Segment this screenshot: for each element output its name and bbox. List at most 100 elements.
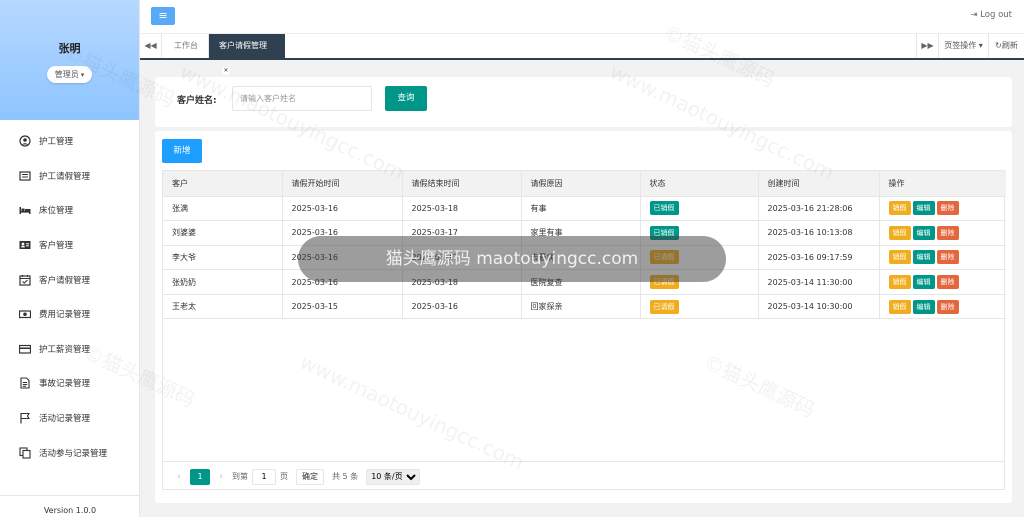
edit-button[interactable]: 编辑 (912, 250, 935, 265)
sidebar-item-salary[interactable]: 护工薪资管理 (0, 332, 139, 367)
credit-card-icon (18, 343, 32, 355)
column-header-start-time[interactable]: 请假开始时间 (282, 171, 403, 197)
goto-label: 到第 (232, 472, 248, 481)
sidebar-item-label: 费用记录管理 (39, 310, 91, 321)
cell-reason: 回家探亲 (521, 294, 641, 320)
cell-actions: 销假 编辑 删除 (879, 196, 1006, 222)
sidebar-item-caregiver[interactable]: 护工管理 (0, 124, 139, 159)
role-label: 管理员 (54, 70, 79, 79)
logout-icon: ⇥ (970, 10, 978, 20)
edit-button[interactable]: 编辑 (912, 299, 935, 314)
edit-button[interactable]: 编辑 (912, 201, 935, 216)
customer-name-input[interactable] (232, 86, 372, 111)
table-row: 刘婆婆 2025-03-16 2025-03-17 家里有事 已销假 2025-03-16… (163, 220, 1006, 246)
sidebar-item-label: 客户请假管理 (39, 275, 91, 286)
sidebar-item-caregiver-leave[interactable]: 护工请假管理 (0, 159, 139, 194)
status-badge: 已销假 (649, 201, 679, 216)
sidebar-item-activity-participation[interactable]: 活动参与记录管理 (0, 435, 139, 470)
column-header-end-time[interactable]: 请假结束时间 (402, 171, 522, 197)
tab-operations-dropdown[interactable]: 页签操作 ▾ (938, 34, 988, 58)
cell-customer: 张满 (163, 196, 283, 222)
status-badge: 已请假 (649, 275, 679, 290)
sidebar-item-activity[interactable]: 活动记录管理 (0, 401, 139, 436)
cancel-leave-button[interactable]: 销假 (888, 201, 911, 216)
delete-button[interactable]: 删除 (936, 225, 959, 240)
logout-link[interactable]: ⇥ Log out (970, 10, 1012, 20)
sidebar-item-label: 护工管理 (39, 137, 74, 148)
status-badge: 已销假 (649, 225, 679, 240)
column-header-reason[interactable]: 请假原因 (521, 171, 641, 197)
edit-button[interactable]: 编辑 (912, 225, 935, 240)
sidebar-item-label: 护工薪资管理 (39, 344, 91, 355)
page-size-select[interactable]: 10 条/页 (366, 468, 421, 485)
cell-customer: 张奶奶 (163, 269, 283, 295)
close-icon[interactable]: ✕ (222, 67, 230, 75)
tab-scroll-right-button[interactable]: ▶▶ (916, 34, 938, 58)
cell-customer: 刘婆婆 (163, 220, 283, 246)
cancel-leave-button[interactable]: 销假 (888, 275, 911, 290)
sidebar-item-expense[interactable]: 费用记录管理 (0, 297, 139, 332)
sidebar-item-label: 活动记录管理 (39, 414, 91, 425)
person-circle-icon (19, 135, 31, 147)
column-header-created-time[interactable]: 创建时间 (758, 171, 880, 197)
sidebar-item-bed[interactable]: 床位管理 (0, 193, 139, 228)
add-button[interactable]: 新增 (162, 139, 202, 163)
bed-icon (19, 204, 31, 216)
tab-customer-leave[interactable]: 客户请假管理 ✕ (209, 34, 285, 75)
tab-home[interactable]: 工作台 (164, 34, 209, 58)
user-name: 张明 (58, 42, 81, 55)
sidebar-item-customer[interactable]: 客户管理 (0, 228, 139, 263)
cancel-leave-button[interactable]: 销假 (888, 225, 911, 240)
cell-created-time: 2025-03-14 10:30:00 (758, 294, 880, 320)
cell-end-time: 2025-03-18 (402, 269, 522, 295)
sidebar-item-label: 床位管理 (39, 206, 74, 217)
delete-button[interactable]: 删除 (936, 250, 959, 265)
sidebar-item-customer-leave[interactable]: 客户请假管理 (0, 262, 139, 297)
cancel-leave-button[interactable]: 销假 (888, 250, 911, 265)
role-dropdown[interactable]: 管理员 ▾ (46, 66, 93, 83)
next-page-icon[interactable]: › (214, 472, 228, 482)
cell-customer: 李大爷 (163, 245, 283, 271)
cell-start-time: 2025-03-16 (282, 269, 403, 295)
cell-actions: 销假 编辑 删除 (879, 269, 1006, 295)
cell-created-time: 2025-03-16 10:13:08 (758, 220, 880, 246)
refresh-label: 刷新 (1001, 41, 1018, 50)
delete-button[interactable]: 删除 (936, 299, 959, 314)
double-chevron-right-icon: ▶▶ (921, 41, 934, 50)
goto-page-input[interactable] (252, 468, 276, 485)
refresh-icon: ↻ (995, 41, 1002, 50)
edit-button[interactable]: 编辑 (912, 275, 935, 290)
cancel-leave-button[interactable]: 销假 (888, 299, 911, 314)
document-icon (19, 377, 31, 390)
cell-actions: 销假 编辑 删除 (879, 294, 1006, 320)
search-button[interactable]: 查询 (385, 86, 427, 111)
cell-end-time: 2025-03-17 (402, 220, 522, 246)
tab-scroll-left-button[interactable]: ◀◀ (140, 34, 162, 58)
delete-button[interactable]: 删除 (936, 201, 959, 216)
delete-button[interactable]: 删除 (936, 275, 959, 290)
page-unit-label: 页 (280, 472, 288, 481)
logout-label: Log out (980, 10, 1012, 20)
customer-name-label: 客户姓名: (177, 96, 217, 106)
cell-status: 已销假 (640, 196, 759, 222)
search-panel: 客户姓名: 查询 (155, 77, 1012, 127)
menu-toggle-button[interactable]: ≡ (151, 7, 175, 25)
refresh-button[interactable]: ↻刷新 (988, 34, 1024, 58)
column-header-customer[interactable]: 客户 (163, 171, 283, 197)
current-page-button[interactable]: 1 (190, 468, 210, 485)
status-badge: 已请假 (649, 250, 679, 265)
cell-start-time: 2025-03-16 (282, 220, 403, 246)
cell-status: 已请假 (640, 269, 759, 295)
cell-status: 已请假 (640, 294, 759, 320)
flag-icon (19, 412, 31, 424)
goto-confirm-button[interactable]: 确定 (296, 468, 324, 485)
status-badge: 已请假 (649, 299, 679, 314)
prev-page-icon[interactable]: ‹ (172, 472, 186, 482)
double-chevron-left-icon: ◀◀ (144, 41, 157, 50)
column-header-status[interactable]: 状态 (640, 171, 759, 197)
caret-down-icon: ▾ (80, 71, 85, 79)
list-icon (19, 170, 31, 182)
sidebar-item-accident[interactable]: 事故记录管理 (0, 366, 139, 401)
cell-created-time: 2025-03-16 09:17:59 (758, 245, 880, 271)
sidebar: 张明 管理员 ▾ 护工管理 护工请假管理 床位管理 客户管理 客户请假管理 费用记… (0, 0, 140, 517)
